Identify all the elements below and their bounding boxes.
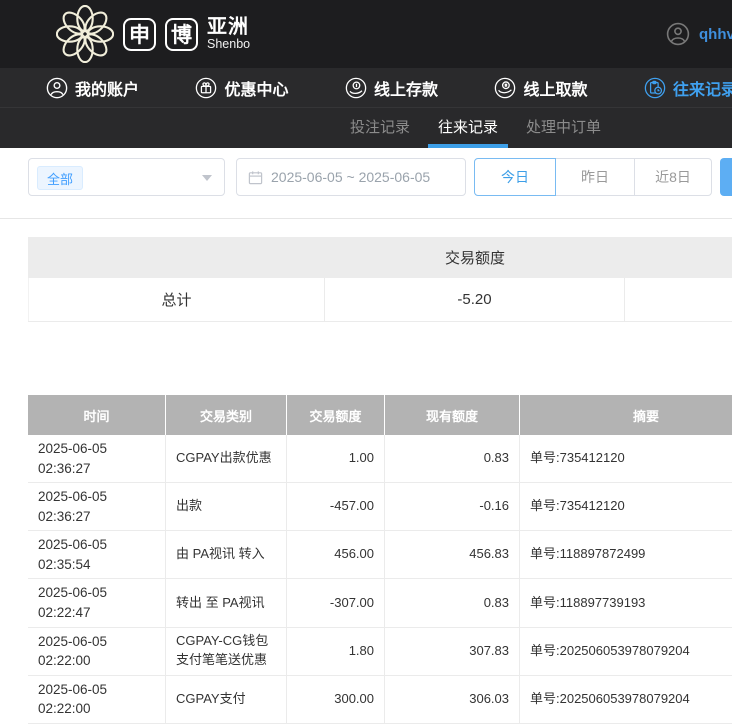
gift-icon [195,77,217,99]
brand-region: 亚洲 [207,17,250,38]
cell-amount: 300.00 [287,676,385,723]
summary-total-spacer [625,278,732,321]
cell-time: 2025-06-05 02:22:00 [28,628,166,675]
tab-bet-records[interactable]: 投注记录 [340,108,420,148]
records-icon [644,77,666,99]
date-range-picker[interactable]: 2025-06-05 ~ 2025-06-05 [236,158,466,196]
summary-table: 交易额度 总计 -5.20 [28,237,732,322]
table-row: 2025-06-05 02:22:47 转出 至 PA视讯 -307.00 0.… [28,579,732,627]
brand-char-shen: 申 [123,18,156,51]
cell-balance: 456.83 [385,531,520,578]
date-quick-buttons: 今日 昨日 近8日 [474,158,712,196]
brand-char-bo: 博 [165,18,198,51]
cell-summary: 单号:202506053978079204 [520,628,732,675]
nav-item-promotions[interactable]: 优惠中心 [195,76,288,100]
table-row: 2025-06-05 02:36:27 出款 -457.00 -0.16 单号:… [28,483,732,531]
cell-type: CGPAY支付 [166,676,287,723]
cell-balance: 307.83 [385,628,520,675]
cell-amount: 1.80 [287,628,385,675]
top-header: 申 博 亚洲 Shenbo qhhv [0,0,732,68]
summary-total-value: -5.20 [325,278,625,321]
records-table: 时间 交易类别 交易额度 现有额度 摘要 2025-06-05 02:36:27… [28,395,732,724]
brand-logo: 申 博 亚洲 Shenbo [56,4,250,64]
cell-time: 2025-06-05 02:22:00 [28,676,166,723]
yesterday-button[interactable]: 昨日 [555,158,635,196]
cell-balance: 0.83 [385,435,520,482]
col-header-amount: 交易额度 [287,395,385,435]
summary-total-row: 总计 -5.20 [28,278,732,322]
today-button[interactable]: 今日 [474,158,556,196]
table-row: 2025-06-05 02:35:54 由 PA视讯 转入 456.00 456… [28,531,732,579]
tab-processing-orders[interactable]: 处理中订单 [516,108,611,148]
calendar-icon [248,170,263,185]
cell-time: 2025-06-05 02:35:54 [28,531,166,578]
summary-header-amount: 交易额度 [325,247,625,268]
nav-label: 线上取款 [523,76,587,100]
cell-amount: -307.00 [287,579,385,626]
user-avatar-icon [666,22,690,46]
nav-label: 优惠中心 [224,76,288,100]
main-nav: 我的账户 优惠中心 线上存款 线上取款 [0,68,732,107]
table-row: 2025-06-05 02:36:27 CGPAY出款优惠 1.00 0.83 … [28,435,732,483]
cell-time: 2025-06-05 02:22:47 [28,579,166,626]
cell-amount: -457.00 [287,483,385,530]
cell-balance: 306.03 [385,676,520,723]
nav-item-online-withdrawal[interactable]: 线上取款 [494,76,587,100]
summary-header-row: 交易额度 [28,237,732,278]
flower-logo-icon [56,5,114,63]
user-account-button[interactable]: qhhv [666,0,732,68]
cell-summary: 单号:735412120 [520,435,732,482]
cell-balance: 0.83 [385,579,520,626]
username-label: qhhv [699,26,732,43]
cell-balance: -0.16 [385,483,520,530]
col-header-time: 时间 [28,395,166,435]
cell-summary: 单号:118897872499 [520,531,732,578]
nav-item-online-deposit[interactable]: 线上存款 [345,76,438,100]
cell-time: 2025-06-05 02:36:27 [28,483,166,530]
cell-type: CGPAY出款优惠 [166,435,287,482]
cell-amount: 1.00 [287,435,385,482]
withdraw-icon [494,77,516,99]
chevron-down-icon [202,175,212,181]
date-range-value: 2025-06-05 ~ 2025-06-05 [271,169,430,185]
cell-summary: 单号:118897739193 [520,579,732,626]
brand-subtitle: Shenbo [207,38,250,51]
cell-summary: 单号:202506053978079204 [520,676,732,723]
nav-item-my-account[interactable]: 我的账户 [46,76,139,100]
cell-type: 出款 [166,483,287,530]
account-icon [46,77,68,99]
cell-amount: 456.00 [287,531,385,578]
nav-label: 往来记录 [673,76,732,100]
cell-type: CGPAY-CG钱包支付笔笔送优惠 [166,628,287,675]
tab-transaction-records[interactable]: 往来记录 [428,108,508,148]
type-filter-selected-tag: 全部 [37,166,83,190]
table-row: 2025-06-05 02:22:00 CGPAY-CG钱包支付笔笔送优惠 1.… [28,628,732,676]
deposit-icon [345,77,367,99]
record-tabs: 投注记录 往来记录 处理中订单 [0,107,732,148]
nav-item-transaction-records[interactable]: 往来记录 [644,76,732,100]
search-button[interactable] [720,158,732,196]
cell-type: 转出 至 PA视讯 [166,579,287,626]
section-divider [0,218,732,219]
table-header-row: 时间 交易类别 交易额度 现有额度 摘要 [28,395,732,435]
col-header-type: 交易类别 [166,395,287,435]
cell-time: 2025-06-05 02:36:27 [28,435,166,482]
summary-total-label: 总计 [28,278,325,321]
cell-type: 由 PA视讯 转入 [166,531,287,578]
last-8-days-button[interactable]: 近8日 [634,158,712,196]
nav-label: 线上存款 [374,76,438,100]
col-header-summary: 摘要 [520,395,732,435]
cell-summary: 单号:735412120 [520,483,732,530]
nav-label: 我的账户 [75,76,139,100]
col-header-balance: 现有额度 [385,395,520,435]
table-row: 2025-06-05 02:22:00 CGPAY支付 300.00 306.0… [28,676,732,724]
type-filter-dropdown[interactable]: 全部 [28,158,225,196]
